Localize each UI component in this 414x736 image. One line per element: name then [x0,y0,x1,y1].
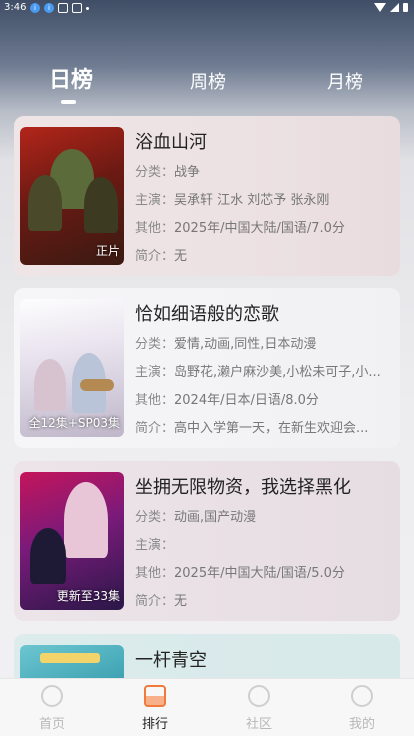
dot-icon [86,6,89,10]
rank-icon [144,685,166,707]
card-title: 恰如细语般的恋歌 [135,304,279,325]
poster-figure [34,359,66,411]
community-icon [248,685,270,707]
status-bar: 3:46 i i [0,0,414,18]
card-title: 一杆青空 [135,650,207,671]
battery-icon [403,3,408,12]
episode-badge: 正片 [95,244,120,258]
other-row: 其他：2025年/中国大陆/国语/7.0分 [135,221,345,236]
poster-image: 正片 [20,127,124,265]
notification-icon: i [30,3,40,13]
ranking-card[interactable]: 全12集+SP03集 恰如细语般的恋歌 分类：爱情,动画,同性,日本动漫 主演：… [14,288,400,448]
cast-row: 主演： [135,538,175,553]
profile-icon [351,685,373,707]
intro-row: 简介：无 [135,594,188,609]
ranking-tabs: 日榜 周榜 月榜 [0,62,414,106]
poster-image: 更新至33集 [20,472,124,610]
tab-daily[interactable]: 日榜 [46,62,96,94]
cast-row: 主演：吴承轩 江水 刘芯予 张永刚 [135,193,330,208]
active-tab-indicator [61,100,76,104]
poster-figure [84,177,118,233]
nav-community[interactable]: 社区 [229,685,289,732]
category-row: 分类：爱情,动画,同性,日本动漫 [135,337,317,352]
ranking-card[interactable]: 正片 浴血山河 分类：战争 主演：吴承轩 江水 刘芯予 张永刚 其他：2025年… [14,116,400,276]
card-title: 坐拥无限物资，我选择黑化 [135,477,351,498]
app-notification-icon [58,3,68,13]
cast-row: 主演：岛野花,濑户麻沙美,小松未可子,小... [135,365,381,380]
bottom-nav: 首页 排行 社区 我的 [0,678,414,736]
nav-label: 排行 [141,717,168,732]
wifi-icon [374,3,386,12]
signal-icon [390,3,399,12]
other-row: 其他：2024年/日本/日语/8.0分 [135,393,319,408]
shield-icon [72,3,82,13]
nav-home[interactable]: 首页 [22,685,82,732]
notification-icons: i i [30,3,89,13]
nav-label: 社区 [245,717,272,732]
system-icons [374,3,408,12]
nav-rank[interactable]: 排行 [125,685,185,732]
intro-row: 简介：无 [135,249,188,264]
status-time: 3:46 [4,2,27,13]
tab-weekly[interactable]: 周榜 [183,68,233,94]
ranking-card[interactable]: 更新至33集 坐拥无限物资，我选择黑化 分类：动画,国产动漫 主演： 其他：20… [14,461,400,621]
home-icon [41,685,63,707]
tab-monthly[interactable]: 月榜 [320,68,370,94]
nav-label: 我的 [348,717,375,732]
guitar-shape [80,379,114,391]
other-row: 其他：2025年/中国大陆/国语/5.0分 [135,566,345,581]
episode-badge: 全12集+SP03集 [28,416,120,430]
poster-figure [28,175,62,231]
category-row: 分类：动画,国产动漫 [135,510,257,525]
poster-figure [30,528,66,584]
nav-profile[interactable]: 我的 [332,685,392,732]
episode-badge: 更新至33集 [56,589,120,603]
intro-row: 简介：高中入学第一天，在新生欢迎会... [135,421,369,436]
category-row: 分类：战争 [135,165,201,180]
poster-image: 全12集+SP03集 [20,299,124,437]
card-title: 浴血山河 [135,132,207,153]
nav-label: 首页 [38,717,65,732]
notification-icon: i [44,3,54,13]
poster-shape [40,653,100,663]
poster-figure [64,482,108,558]
